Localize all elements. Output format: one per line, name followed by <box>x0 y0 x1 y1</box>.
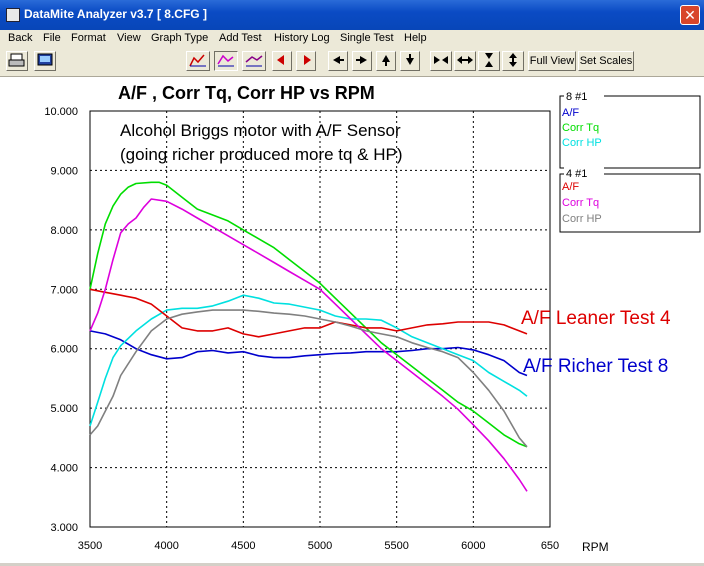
y-tick-label: 8.000 <box>50 225 78 237</box>
annotation-line-1: Alcohol Briggs motor with A/F Sensor <box>120 121 401 140</box>
y-tick-label: 7.000 <box>50 284 78 296</box>
menu-format[interactable]: Format <box>71 32 106 44</box>
graph-type-3-button[interactable] <box>242 51 266 71</box>
compress-x-button[interactable] <box>430 51 452 71</box>
y-tick-label: 9.000 <box>50 165 78 177</box>
arrow-right-icon <box>304 55 311 65</box>
menu-back[interactable]: Back <box>8 32 32 44</box>
x-tick-label: 3500 <box>78 540 102 552</box>
x-tick-label: 6000 <box>461 540 485 552</box>
app-icon <box>6 8 20 22</box>
chart-icon <box>189 54 206 67</box>
menu-help[interactable]: Help <box>404 32 427 44</box>
toolbar: Full View Set Scales <box>0 48 704 77</box>
scroll-up-button[interactable] <box>376 51 396 71</box>
chart-icon <box>245 55 263 67</box>
x-tick-label: 5500 <box>384 540 408 552</box>
label-richer-test: A/F Richer Test 8 <box>523 356 668 377</box>
printer-icon <box>8 53 25 67</box>
legend-item: Corr HP <box>562 137 602 149</box>
legend-box-test-8: 8 #1 A/F Corr Tq Corr HP <box>559 90 701 169</box>
menu-add-test[interactable]: Add Test <box>219 32 262 44</box>
x-axis-label: RPM <box>582 540 609 554</box>
y-tick-label: 5.000 <box>50 403 78 415</box>
set-scales-button[interactable]: Set Scales <box>578 51 634 71</box>
compress-horizontal-icon <box>434 56 448 64</box>
menu-view[interactable]: View <box>117 32 141 44</box>
prev-test-button[interactable] <box>272 51 292 71</box>
expand-x-button[interactable] <box>454 51 476 71</box>
chart: 3.000 4.000 5.000 6.000 7.000 8.000 9.000 10.00… <box>44 83 701 554</box>
monitor-button[interactable] <box>34 51 56 71</box>
arrow-left-icon <box>333 56 344 64</box>
legend-item: A/F <box>562 181 579 193</box>
menu-history-log[interactable]: History Log <box>274 32 330 44</box>
series-line-6 <box>89 309 528 448</box>
y-tick-label: 6.000 <box>50 344 78 356</box>
annotation-line-2: (going richer produced more tq & HP) <box>120 145 403 164</box>
monitor-icon <box>37 53 53 66</box>
legend-item: Corr HP <box>562 213 602 225</box>
menu-file[interactable]: File <box>43 32 61 44</box>
close-button[interactable]: ✕ <box>680 5 700 25</box>
title-bar: DataMite Analyzer v3.7 [ 8.CFG ] ✕ <box>0 0 704 30</box>
plot-area: 3.000 4.000 5.000 6.000 7.000 8.000 9.000 10.00… <box>0 77 704 563</box>
x-tick-label: 4500 <box>231 540 255 552</box>
series-line-4 <box>89 288 528 338</box>
y-tick-label: 4.000 <box>50 463 78 475</box>
scroll-right-button[interactable] <box>352 51 372 71</box>
graph-type-2-button[interactable] <box>214 51 238 71</box>
menu-graph-type[interactable]: Graph Type <box>151 32 208 44</box>
legend-header-test-8: 8 #1 <box>566 91 587 103</box>
chart-icon <box>217 54 234 67</box>
legend-item: Corr Tq <box>562 197 599 209</box>
arrow-left-icon <box>277 55 284 65</box>
graph-type-1-button[interactable] <box>186 51 210 71</box>
x-tick-label: 650 <box>541 540 559 552</box>
series-line-5 <box>89 198 528 492</box>
legend-item: A/F <box>562 107 579 119</box>
legend-box-test-4: 4 #1 A/F Corr Tq Corr HP <box>559 167 701 233</box>
x-tick-label: 4000 <box>154 540 178 552</box>
scroll-down-button[interactable] <box>400 51 420 71</box>
menu-single-test[interactable]: Single Test <box>340 32 394 44</box>
y-tick-label: 10.000 <box>44 106 78 118</box>
chart-title: A/F , Corr Tq, Corr HP vs RPM <box>118 83 375 103</box>
arrow-down-icon <box>406 54 414 65</box>
menu-bar: Back File Format View Graph Type Add Tes… <box>0 30 704 48</box>
series-line-2 <box>89 181 528 448</box>
series-line-1 <box>89 330 528 377</box>
window-title: DataMite Analyzer v3.7 [ 8.CFG ] <box>24 7 207 21</box>
next-test-button[interactable] <box>296 51 316 71</box>
arrow-up-icon <box>382 55 390 66</box>
expand-y-button[interactable] <box>502 51 524 71</box>
scroll-left-button[interactable] <box>328 51 348 71</box>
full-view-button[interactable]: Full View <box>528 51 576 71</box>
label-leaner-test: A/F Leaner Test 4 <box>521 308 671 329</box>
compress-vertical-icon <box>485 53 493 67</box>
print-button[interactable] <box>6 51 28 71</box>
y-tick-label: 3.000 <box>50 522 78 534</box>
compress-y-button[interactable] <box>478 51 500 71</box>
expand-vertical-icon <box>509 53 517 67</box>
expand-horizontal-icon <box>457 56 473 64</box>
x-tick-label: 5000 <box>308 540 332 552</box>
arrow-right-icon <box>356 56 367 64</box>
legend-header-test-4: 4 #1 <box>566 168 587 180</box>
legend-item: Corr Tq <box>562 122 599 134</box>
